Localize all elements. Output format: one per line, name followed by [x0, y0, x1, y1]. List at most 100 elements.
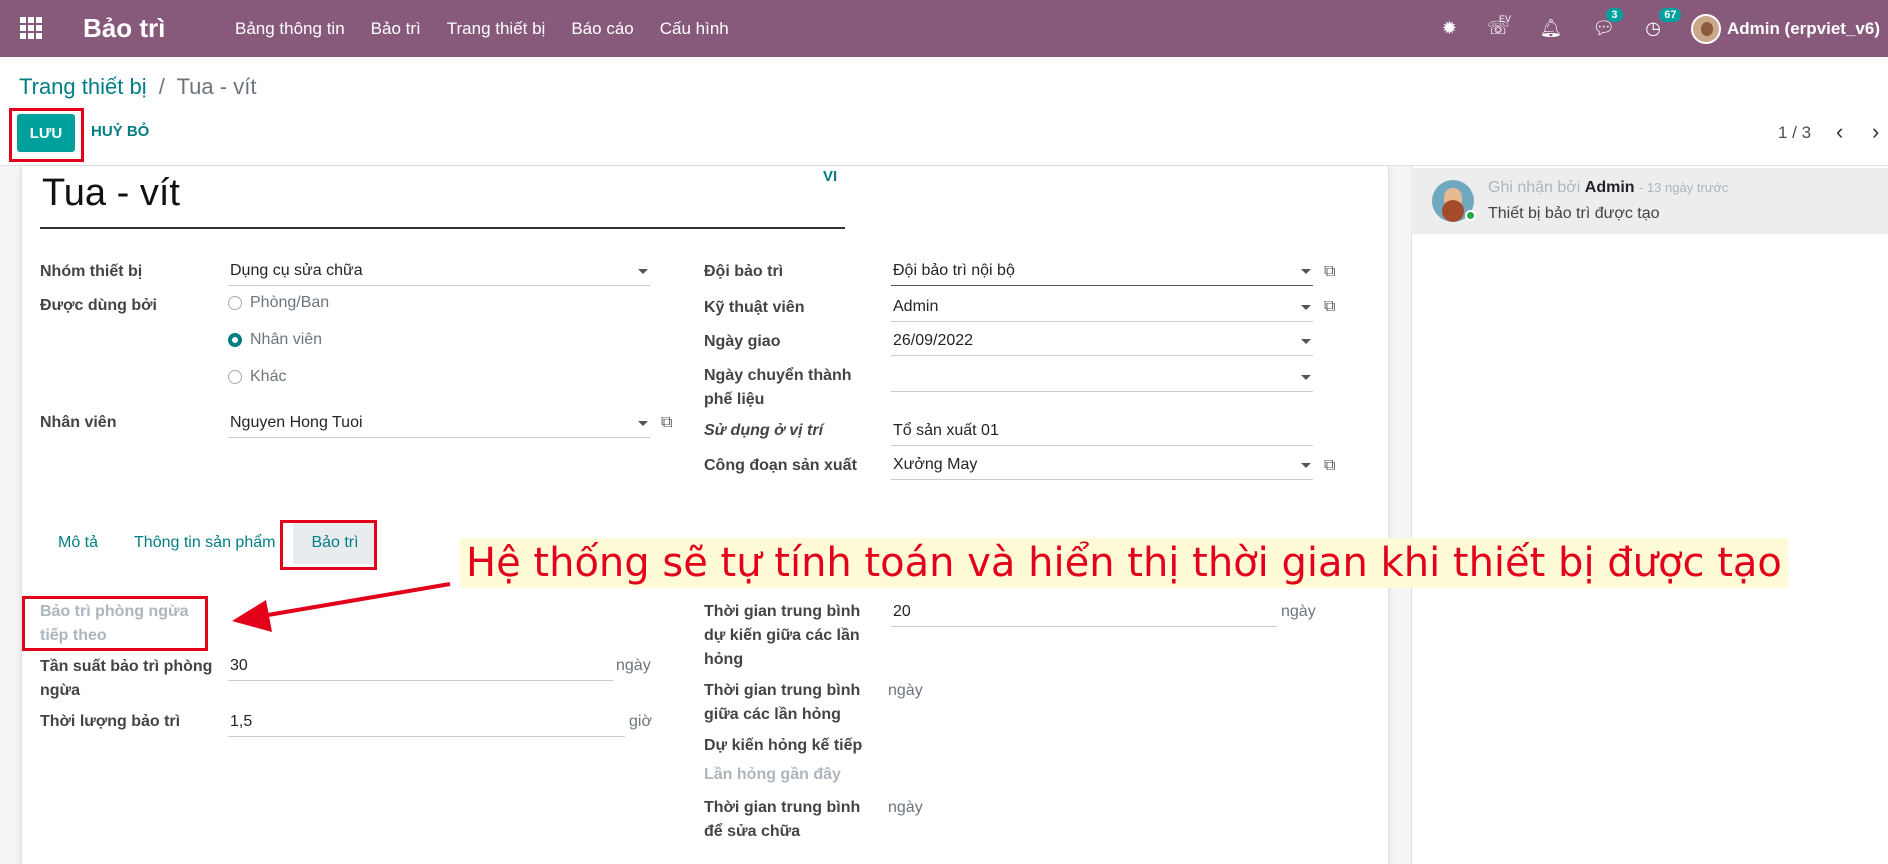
radio-circle[interactable]: [228, 296, 242, 310]
menu-reports[interactable]: Báo cáo: [571, 19, 633, 39]
control-panel: Trang thiết bị / Tua - vít LƯU HUỶ BỎ 1 …: [0, 57, 1888, 166]
assign-date-dropdown-icon[interactable]: [1301, 339, 1311, 344]
workcenter-external-link-icon[interactable]: ⧉: [1324, 457, 1335, 475]
assign-date-field[interactable]: 26/09/2022: [891, 328, 1313, 356]
radio-department-label: Phòng/Ban: [250, 294, 330, 311]
category-field[interactable]: Dụng cụ sửa chữa: [228, 258, 650, 286]
radio-circle-checked[interactable]: [228, 333, 242, 347]
annotation-text: Hệ thống sẽ tự tính toán và hiển thị thờ…: [460, 538, 1788, 588]
team-field[interactable]: Đội bảo trì nội bộ: [891, 258, 1313, 286]
team-value: Đội bảo trì nội bộ: [893, 262, 1015, 279]
mtbf-unit: ngày: [888, 682, 923, 699]
breadcrumb-parent[interactable]: Trang thiết bị: [19, 74, 147, 99]
voip-label: EV: [1499, 14, 1512, 24]
mttr-label-line2: để sửa chữa: [704, 823, 801, 840]
freq-label-line2: ngừa: [40, 682, 81, 699]
app-name[interactable]: Bảo trì: [83, 13, 165, 44]
message-body: Thiết bị bảo trì được tạo: [1488, 205, 1660, 222]
pager-previous-icon[interactable]: ‹: [1836, 119, 1843, 145]
main-menu: Bảng thông tin Bảo trì Trang thiết bị Bá…: [235, 19, 729, 39]
technician-field[interactable]: Admin: [891, 294, 1313, 322]
menu-equipment[interactable]: Trang thiết bị: [447, 19, 546, 39]
duration-field[interactable]: 1,5: [228, 709, 625, 737]
chatter-panel: [1411, 166, 1888, 864]
location-field[interactable]: Tổ sản xuất 01: [891, 418, 1313, 446]
mtbf-label-line2: giữa các lần hỏng: [704, 706, 841, 723]
employee-field[interactable]: Nguyen Hong Tuoi: [228, 410, 650, 438]
discard-button[interactable]: HUỶ BỎ: [91, 123, 149, 140]
user-avatar[interactable]: [1690, 13, 1721, 44]
breadcrumb-separator: /: [158, 74, 165, 99]
systray: ✹ ☏ EV 🔔︎ 💬︎ 3 ◷ 67 Admin (erpviet_v6): [1442, 0, 1888, 57]
duration-label: Thời lượng bảo trì: [40, 713, 181, 730]
menu-dashboard[interactable]: Bảng thông tin: [235, 19, 345, 39]
freq-label-line1: Tần suất bảo trì phòng: [40, 658, 213, 675]
mtbf-expected-unit: ngày: [1281, 603, 1316, 620]
menu-configuration[interactable]: Cấu hình: [660, 19, 729, 39]
scrap-date-dropdown-icon[interactable]: [1301, 375, 1311, 380]
title-underline: [40, 227, 845, 229]
messages-icon[interactable]: 💬︎ 3: [1592, 8, 1623, 39]
employee-label: Nhân viên: [40, 414, 117, 431]
bell-icon[interactable]: 🔔︎: [1540, 18, 1563, 39]
phone-icon[interactable]: ☏ EV: [1487, 14, 1511, 39]
scrap-date-label-line1: Ngày chuyển thành: [704, 367, 852, 384]
employee-external-link-icon[interactable]: ⧉: [661, 414, 672, 432]
language-button[interactable]: VI: [823, 168, 837, 185]
activities-icon[interactable]: ◷ 67: [1645, 8, 1682, 39]
technician-external-link-icon[interactable]: ⧉: [1324, 298, 1335, 316]
duration-value: 1,5: [230, 713, 253, 730]
mtbf-expected-label-line3: hỏng: [704, 651, 744, 668]
radio-employee-label: Nhân viên: [250, 331, 323, 348]
workcenter-label: Công đoạn sản xuất: [704, 457, 857, 474]
menu-maintenance[interactable]: Bảo trì: [371, 19, 421, 39]
message-prefix: Ghi nhận bởi: [1488, 179, 1581, 196]
tab-product-info[interactable]: Thông tin sản phẩm: [116, 522, 293, 564]
breadcrumb: Trang thiết bị / Tua - vít: [19, 74, 256, 100]
freq-field[interactable]: 30: [228, 653, 613, 681]
technician-label: Kỹ thuật viên: [704, 299, 805, 316]
apps-menu-icon[interactable]: [20, 17, 42, 39]
pager-next-icon[interactable]: ›: [1872, 119, 1879, 145]
workcenter-field[interactable]: Xưởng May: [891, 452, 1313, 480]
radio-department[interactable]: Phòng/Ban: [228, 294, 329, 312]
category-label: Nhóm thiết bị: [40, 263, 143, 280]
technician-value: Admin: [893, 298, 939, 315]
team-external-link-icon[interactable]: ⧉: [1324, 263, 1335, 281]
duration-unit: giờ: [629, 713, 652, 730]
radio-other[interactable]: Khác: [228, 368, 286, 386]
tab-description[interactable]: Mô tả: [40, 522, 116, 564]
workcenter-value: Xưởng May: [893, 456, 978, 473]
mtbf-expected-label-line2: dự kiến giữa các lần: [704, 627, 860, 644]
employee-dropdown-icon[interactable]: [638, 421, 648, 426]
top-navbar: Bảo trì Bảng thông tin Bảo trì Trang thi…: [0, 0, 1888, 57]
freq-value: 30: [230, 657, 248, 674]
radio-circle[interactable]: [228, 370, 242, 384]
mtbf-expected-field[interactable]: 20: [891, 599, 1277, 627]
mtbf-expected-value: 20: [893, 603, 911, 620]
location-label: Sử dụng ở vị trí: [704, 422, 824, 439]
activities-badge: 67: [1659, 8, 1682, 22]
mtbf-expected-label: Thời gian trung bình dự kiến giữa các lầ…: [704, 600, 860, 672]
user-menu[interactable]: Admin (erpviet_v6): [1727, 19, 1880, 39]
radio-employee[interactable]: Nhân viên: [228, 331, 322, 349]
message-author[interactable]: Admin: [1585, 179, 1635, 196]
used-by-label: Được dùng bởi: [40, 297, 157, 314]
workcenter-dropdown-icon[interactable]: [1301, 463, 1311, 468]
technician-dropdown-icon[interactable]: [1301, 305, 1311, 310]
message-header: Ghi nhận bởi Admin - 13 ngày trước: [1488, 179, 1729, 197]
mttr-unit: ngày: [888, 799, 923, 816]
category-value: Dụng cụ sửa chữa: [230, 262, 363, 279]
mtbf-label: Thời gian trung bình giữa các lần hỏng: [704, 679, 860, 727]
mttr-label: Thời gian trung bình để sửa chữa: [704, 796, 860, 844]
assign-date-label: Ngày giao: [704, 333, 781, 350]
mtbf-label-line1: Thời gian trung bình: [704, 682, 861, 699]
scrap-date-field[interactable]: [891, 364, 1313, 392]
equipment-name[interactable]: Tua - vít: [42, 172, 180, 215]
team-dropdown-icon[interactable]: [1301, 269, 1311, 274]
employee-value: Nguyen Hong Tuoi: [230, 414, 363, 431]
location-value: Tổ sản xuất 01: [893, 422, 999, 439]
pager-value[interactable]: 1 / 3: [1778, 123, 1811, 143]
category-dropdown-icon[interactable]: [638, 269, 648, 274]
bug-icon[interactable]: ✹: [1442, 18, 1457, 39]
